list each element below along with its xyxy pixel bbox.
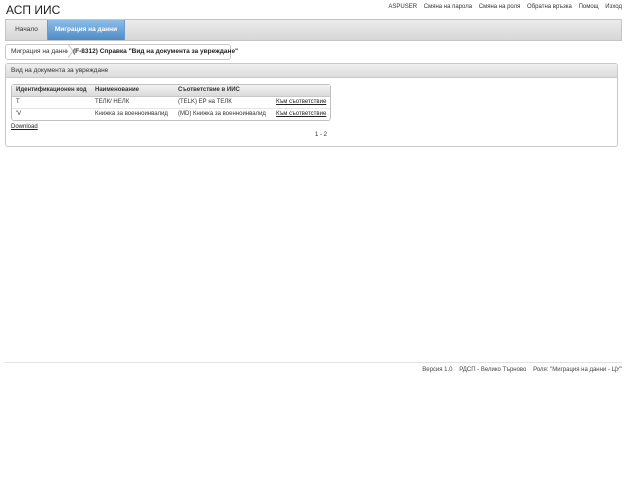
table-header-row: Идентификационен код Наименование Съотве… [12,85,330,97]
report-panel: Вид на документа за увреждане Идентифика… [5,63,618,147]
table-row: 'V Книжка за военноинвалид (MD) Книжка з… [12,108,330,120]
pager-info: 1 - 2 [315,132,328,138]
panel-title: Вид на документа за увреждане [6,64,617,78]
top-links: ASPUSER Смяна на парола Смяна на роля Об… [388,4,622,10]
download-link[interactable]: Download [11,124,38,130]
footer-office: РДСП - Велико Търново [459,367,527,373]
tab-home[interactable]: Начало [6,20,48,40]
tab-data-migration[interactable]: Миграция на данни [47,20,125,40]
logout-link[interactable]: Изход [605,4,622,10]
breadcrumb-item-data-migration[interactable]: Миграция на данни [5,44,75,60]
cell-name: ТЕЛК/ НЕЛК [95,99,130,105]
go-to-mapping-link[interactable]: Към съответствие [276,97,330,108]
cell-mapping: (TELK) ЕР на ТЕЛК [178,99,232,105]
change-password-link[interactable]: Смяна на парола [424,4,472,10]
footer-divider [5,362,622,363]
results-table: Идентификационен код Наименование Съотве… [11,84,331,121]
footer-version: Версия 1.0 [422,367,453,373]
cell-name: Книжка за военноинвалид [95,111,168,117]
footer: Версия 1.0 РДСП - Велико Търново Роля: "… [417,367,622,373]
app-title: АСП ИИС [6,3,61,17]
footer-role: Роля: "Миграция на данни - ЦУ" [533,367,622,373]
column-header-mapping[interactable]: Съответствие в ИИС [178,85,274,96]
column-header-code[interactable]: Идентификационен код [16,85,94,96]
breadcrumb-separator-icon [68,44,74,58]
breadcrumb-item-current: (F-8312) Справка "Вид на документа за ув… [68,44,238,60]
feedback-link[interactable]: Обратна връзка [527,4,572,10]
user-link[interactable]: ASPUSER [388,4,417,10]
cell-code: 'V [16,111,22,117]
cell-mapping: (MD) Книжка за военноинвалид [178,111,266,117]
go-to-mapping-link[interactable]: Към съответствие [276,109,330,120]
table-row: Т ТЕЛК/ НЕЛК (TELK) ЕР на ТЕЛК Към съотв… [12,97,330,108]
column-header-name[interactable]: Наименование [95,85,177,96]
change-role-link[interactable]: Смяна на роля [479,4,521,10]
help-link[interactable]: Помощ [579,4,599,10]
cell-code: Т [16,99,20,105]
main-nav: Начало Миграция на данни [5,19,622,41]
